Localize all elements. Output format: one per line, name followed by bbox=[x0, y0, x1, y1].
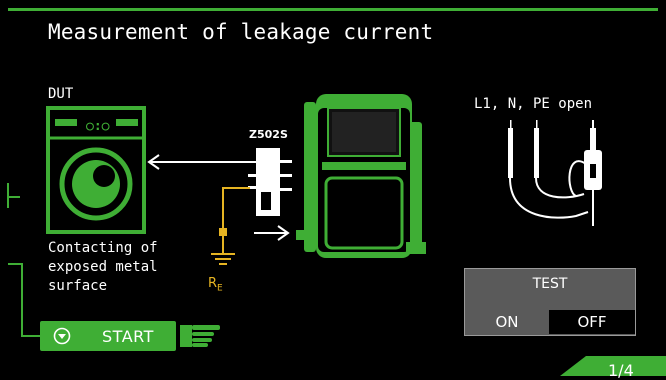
arrow-to-dut-icon bbox=[147, 154, 257, 170]
contact-description: Contacting of exposed metal surface bbox=[48, 240, 158, 294]
adapter-label: Z502S bbox=[249, 128, 288, 141]
test-on-option[interactable]: ON bbox=[465, 310, 549, 334]
probe-label: L1, N, PE open bbox=[474, 96, 593, 112]
chevron-down-icon bbox=[53, 327, 71, 345]
tester-device-icon bbox=[296, 94, 426, 258]
page-title: Measurement of leakage current bbox=[48, 20, 434, 44]
page-indicator: 1/4 bbox=[608, 361, 634, 380]
pointing-hand-icon bbox=[180, 325, 220, 347]
test-off-option[interactable]: OFF bbox=[549, 310, 635, 334]
test-panel: TEST ON OFF bbox=[464, 268, 636, 336]
start-button[interactable]: START bbox=[40, 321, 176, 351]
top-divider bbox=[8, 8, 658, 11]
arrow-to-meter-icon bbox=[254, 225, 290, 241]
adapter-z502s-icon bbox=[248, 148, 292, 216]
ground-connection-icon bbox=[211, 187, 250, 265]
svg-text:○:○: ○:○ bbox=[86, 119, 110, 134]
washing-machine-icon: ○:○ bbox=[46, 106, 146, 234]
start-label: START bbox=[102, 327, 154, 346]
dut-label: DUT bbox=[48, 86, 74, 102]
test-title: TEST bbox=[532, 276, 568, 292]
test-probes-icon bbox=[508, 120, 602, 226]
re-label: RE bbox=[208, 276, 223, 294]
